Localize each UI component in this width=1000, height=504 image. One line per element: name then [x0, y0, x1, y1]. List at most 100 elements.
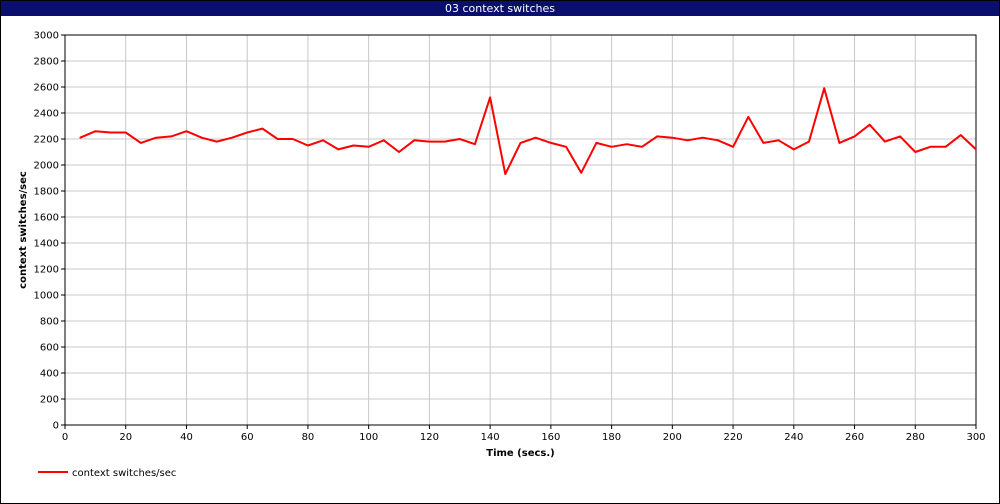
data-point [474, 143, 476, 145]
y-tick-label: 2800 [34, 57, 59, 68]
data-point [231, 136, 233, 139]
data-point [641, 146, 643, 148]
data-point [853, 135, 856, 138]
data-point [170, 135, 173, 138]
x-tick-label: 240 [784, 432, 803, 443]
x-tick-label: 0 [62, 432, 68, 443]
data-point [428, 140, 431, 143]
data-point [732, 146, 734, 148]
data-point [899, 135, 901, 138]
x-tick-label: 300 [966, 432, 985, 443]
data-point [610, 146, 613, 148]
y-tick-label: 1000 [34, 291, 59, 302]
x-tick-label: 80 [302, 432, 315, 443]
legend-label: context switches/sec [72, 468, 176, 479]
data-point [216, 140, 218, 143]
y-tick-label: 0 [53, 421, 59, 432]
y-tick-label: 800 [40, 317, 59, 328]
data-point [307, 144, 309, 147]
data-point [291, 138, 294, 140]
data-point [671, 136, 674, 139]
x-tick-label: 200 [663, 432, 682, 443]
data-point [823, 87, 825, 90]
data-point [337, 148, 340, 151]
data-point [777, 139, 780, 142]
data-point [686, 139, 689, 142]
series-layer [79, 87, 977, 176]
y-tick-label: 2600 [34, 83, 59, 94]
data-point [109, 131, 112, 134]
data-point [656, 135, 658, 138]
y-tick-label: 3000 [34, 31, 59, 42]
y-tick-label: 1600 [34, 213, 59, 224]
y-axis-title: context switches/sec [18, 171, 29, 289]
data-point [519, 142, 522, 144]
y-axis-ticks: 0 200 400 600 800 1000 1200 1400 1600 1800 2000 220… [34, 31, 65, 432]
data-point [383, 139, 385, 142]
data-point [808, 140, 810, 143]
data-point [580, 172, 583, 174]
data-point [94, 130, 97, 132]
x-tick-label: 260 [845, 432, 864, 443]
x-tick-label: 120 [420, 432, 439, 443]
data-point [793, 148, 795, 151]
data-point [246, 131, 248, 134]
data-point [504, 173, 507, 175]
data-point [367, 146, 370, 148]
x-tick-label: 40 [180, 432, 193, 443]
x-tick-label: 160 [541, 432, 560, 443]
x-axis-title: Time (secs.) [486, 448, 555, 459]
y-tick-label: 200 [40, 395, 59, 406]
data-point [944, 146, 947, 148]
data-point [701, 136, 704, 139]
data-point [914, 151, 917, 153]
data-point [884, 140, 886, 143]
x-axis-ticks: 0 20 40 60 80 100 120 140 160 180 200 220 240 260 280 3… [62, 425, 986, 443]
data-point [838, 142, 841, 144]
data-point [625, 143, 628, 145]
series-line [79, 87, 977, 176]
data-point [458, 138, 461, 140]
data-point [960, 134, 962, 136]
y-tick-label: 2000 [34, 161, 59, 172]
x-tick-label: 280 [906, 432, 925, 443]
data-point [155, 136, 157, 139]
y-tick-label: 2400 [34, 109, 59, 120]
data-point [534, 136, 537, 139]
data-point [276, 138, 279, 140]
data-point [352, 144, 355, 147]
data-point [124, 131, 127, 134]
data-point [929, 146, 932, 148]
x-tick-label: 60 [241, 432, 254, 443]
data-point [868, 123, 871, 126]
x-tick-label: 100 [359, 432, 378, 443]
legend: context switches/sec [38, 468, 176, 479]
x-tick-label: 20 [119, 432, 132, 443]
data-point [550, 142, 552, 144]
data-point [717, 139, 719, 142]
data-point [398, 151, 400, 153]
y-tick-label: 1400 [34, 239, 59, 250]
data-point [565, 146, 567, 148]
y-tick-label: 2200 [34, 135, 59, 146]
data-point [413, 139, 416, 142]
grid [64, 34, 977, 426]
data-point [79, 136, 81, 139]
x-tick-label: 140 [481, 432, 500, 443]
plot-area [64, 34, 977, 426]
x-tick-label: 220 [724, 432, 743, 443]
line-chart: 0200400600800100012001400160018002000220… [18, 31, 986, 480]
y-tick-label: 1200 [34, 265, 59, 276]
data-point [261, 127, 264, 130]
y-tick-label: 1800 [34, 187, 59, 198]
data-point [185, 130, 188, 132]
x-tick-label: 180 [602, 432, 621, 443]
data-point [140, 142, 142, 144]
data-point [443, 140, 446, 143]
data-point [747, 116, 750, 118]
y-tick-label: 400 [40, 369, 59, 380]
data-point [762, 142, 765, 144]
data-point [975, 148, 977, 151]
data-point [322, 139, 324, 142]
data-point [595, 142, 598, 144]
